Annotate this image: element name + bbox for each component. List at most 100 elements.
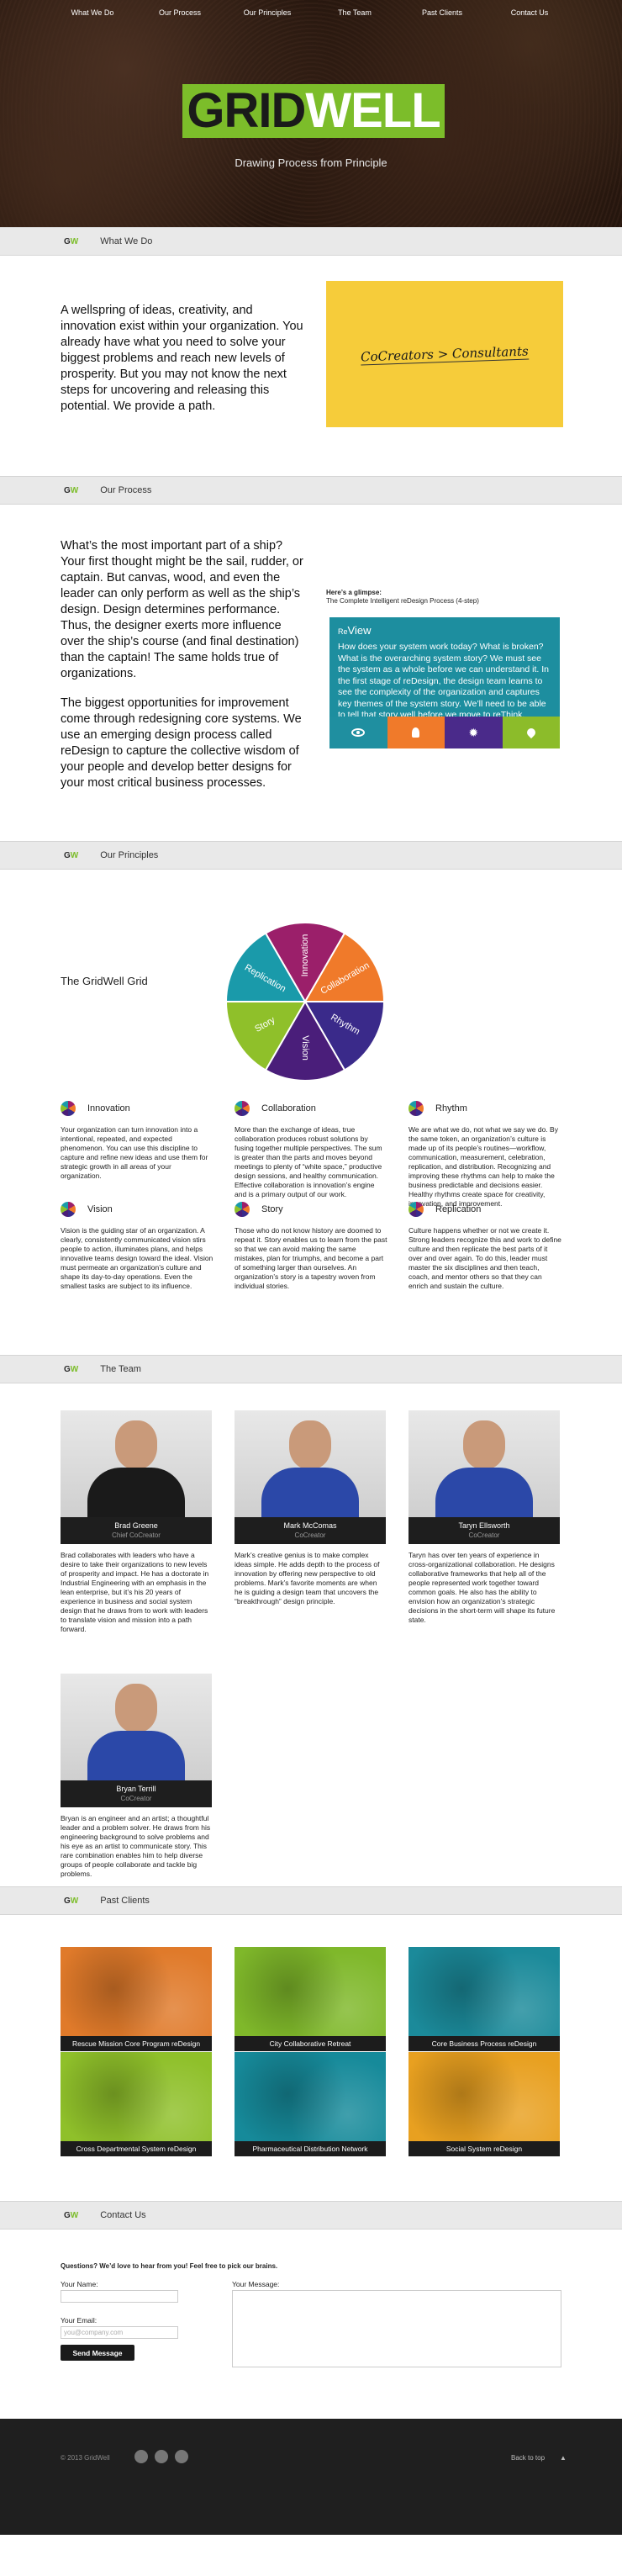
linkedin-icon[interactable] [175, 2450, 188, 2463]
team-name: Brad Greene [114, 1521, 158, 1530]
hero-tagline: Drawing Process from Principle [235, 156, 387, 169]
gw-mark-icon: GW [64, 1896, 79, 1906]
tab-reimplement[interactable] [502, 717, 560, 748]
map-pin-icon [524, 726, 537, 739]
client-label: Cross Departmental System reDesign [61, 2141, 212, 2156]
section-title: Our Principles [100, 850, 159, 860]
sticky-note-text: CoCreators > Consultants [360, 343, 530, 365]
principle-title: Story [261, 1204, 283, 1214]
team-role: CoCreator [468, 1531, 500, 1539]
team-role: CoCreator [120, 1795, 152, 1802]
team-member: Brad Greene Chief CoCreator Brad collabo… [61, 1410, 212, 1634]
card-text: How does your system work today? What is… [338, 642, 549, 720]
principle-wheel-icon [409, 1202, 424, 1217]
facebook-icon[interactable] [155, 2450, 168, 2463]
name-field[interactable] [61, 2290, 178, 2303]
principle-text: We are what we do, not what we say we do… [409, 1125, 558, 1208]
principle-wheel-icon [61, 1101, 76, 1116]
gw-mark-icon: GW [64, 485, 79, 495]
principle-title: Collaboration [261, 1103, 316, 1113]
client-tile[interactable]: Pharmaceutical Distribution Network [235, 2052, 386, 2156]
nav-contact-us[interactable]: Contact Us [486, 0, 573, 25]
name-label: Your Name: [61, 2280, 98, 2288]
principle-title: Vision [87, 1204, 113, 1214]
gridwell-logo: GRID WELL [182, 84, 445, 138]
sticky-note-image: CoCreators > Consultants [326, 281, 563, 427]
principle-replication: Replication Culture happens whether or n… [409, 1202, 561, 1291]
gw-mark-icon: GW [64, 2210, 79, 2220]
client-tile[interactable]: Cross Departmental System reDesign [61, 2052, 212, 2156]
what-we-do-section: A wellspring of ideas, creativity, and i… [0, 256, 622, 476]
email-field[interactable]: you@company.com [61, 2326, 178, 2339]
wheel-label-innovation: Innovation [300, 934, 310, 977]
social-icons [134, 2450, 188, 2463]
section-bar-contact-us: GW Contact Us [0, 2201, 622, 2230]
team-name: Mark McComas [283, 1521, 337, 1530]
email-label: Your Email: [61, 2316, 98, 2325]
back-to-top-link[interactable]: Back to top ▲ [511, 2454, 567, 2462]
client-label: Social System reDesign [409, 2141, 560, 2156]
principle-text: Your organization can turn innovation in… [61, 1125, 208, 1180]
nav-what-we-do[interactable]: What We Do [49, 0, 136, 25]
section-title: The Team [100, 1364, 141, 1374]
principle-wheel-icon [235, 1202, 250, 1217]
client-label: City Collaborative Retreat [235, 2036, 386, 2051]
principle-vision: Vision Vision is the guiding star of an … [61, 1202, 213, 1291]
team-member: Mark McComas CoCreator Mark’s creative g… [235, 1410, 386, 1606]
tab-rethink[interactable] [387, 717, 445, 748]
section-bar-the-team: GW The Team [0, 1355, 622, 1383]
team-bio: Mark’s creative genius is to make comple… [235, 1551, 380, 1605]
principle-text: Vision is the guiding star of an organiz… [61, 1226, 213, 1290]
principle-text: More than the exchange of ideas, true co… [235, 1125, 382, 1198]
client-label: Pharmaceutical Distribution Network [235, 2141, 386, 2156]
grid-title: The GridWell Grid [61, 975, 148, 987]
process-tabs: ✹ [329, 717, 560, 748]
principle-wheel-icon [235, 1101, 250, 1116]
principle-rhythm: Rhythm We are what we do, not what we sa… [409, 1101, 561, 1209]
principles-wheel: InnovationCollaborationRhythmVisionStory… [224, 921, 386, 1082]
client-tile[interactable]: Core Business Process reDesign [409, 1947, 560, 2051]
logo-well-text: WELL [305, 83, 440, 138]
team-photo [61, 1674, 212, 1780]
client-label: Rescue Mission Core Program reDesign [61, 2036, 212, 2051]
team-member: Bryan Terrill CoCreator Bryan is an engi… [61, 1674, 212, 1879]
glimpse-subtitle: The Complete Intelligent reDesign Proces… [326, 597, 479, 605]
principle-text: Those who do not know history are doomed… [235, 1226, 387, 1290]
client-label: Core Business Process reDesign [409, 2036, 560, 2051]
section-bar-our-process: GW Our Process [0, 476, 622, 505]
message-label: Your Message: [232, 2280, 280, 2288]
send-message-button[interactable]: Send Message [61, 2345, 134, 2361]
section-title: Contact Us [100, 2210, 146, 2220]
team-photo [409, 1410, 560, 1517]
what-we-do-text: A wellspring of ideas, creativity, and i… [61, 304, 303, 413]
principle-innovation: Innovation Your organization can turn in… [61, 1101, 213, 1181]
arrow-up-icon: ▲ [560, 2454, 567, 2462]
glimpse-label: Here’s a glimpse: [326, 589, 382, 596]
contact-question: Questions? We’d love to hear from you! F… [61, 2262, 278, 2270]
team-role: CoCreator [294, 1531, 326, 1539]
contact-section: Questions? We’d love to hear from you! F… [0, 2230, 622, 2419]
message-field[interactable] [232, 2290, 561, 2367]
client-tile[interactable]: Social System reDesign [409, 2052, 560, 2156]
our-process-section: What’s the most important part of a ship… [0, 505, 622, 841]
client-tile[interactable]: Rescue Mission Core Program reDesign [61, 1947, 212, 2051]
logo-grid-text: GRID [187, 83, 306, 138]
lightbulb-icon [412, 727, 420, 738]
twitter-icon[interactable] [134, 2450, 148, 2463]
nav-the-team[interactable]: The Team [311, 0, 398, 25]
tab-redesign[interactable]: ✹ [445, 717, 503, 748]
team-bio: Bryan is an engineer and an artist; a th… [61, 1814, 211, 1878]
process-paragraph-1: What’s the most important part of a ship… [61, 539, 303, 680]
principle-collaboration: Collaboration More than the exchange of … [235, 1101, 387, 1199]
team-bio: Brad collaborates with leaders who have … [61, 1551, 209, 1633]
top-nav: What We Do Our Process Our Principles Th… [0, 0, 622, 25]
tab-review[interactable] [329, 717, 387, 748]
client-tile[interactable]: City Collaborative Retreat [235, 1947, 386, 2051]
team-name: Taryn Ellsworth [458, 1521, 510, 1530]
nav-our-process[interactable]: Our Process [136, 0, 224, 25]
section-bar-our-principles: GW Our Principles [0, 841, 622, 870]
principle-wheel-icon [409, 1101, 424, 1116]
nav-past-clients[interactable]: Past Clients [398, 0, 486, 25]
nav-our-principles[interactable]: Our Principles [224, 0, 311, 25]
eye-icon [351, 728, 366, 737]
